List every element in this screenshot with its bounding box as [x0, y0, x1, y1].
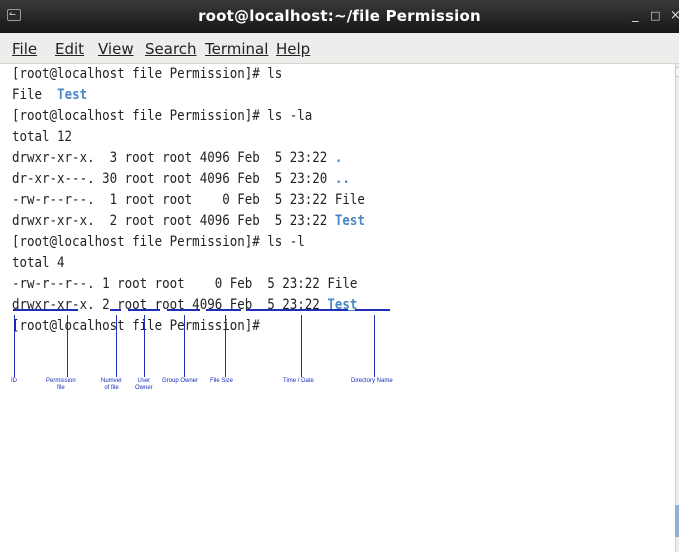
terminal-line: File Test	[12, 87, 87, 104]
terminal-line: total 4	[12, 255, 65, 271]
size-underline	[206, 309, 241, 311]
annotation-user: User Owner	[135, 378, 153, 391]
directory-name: .	[334, 150, 343, 166]
menu-terminal[interactable]: Terminal	[205, 40, 268, 58]
scrollbar-top[interactable]	[675, 67, 679, 77]
listing-text: dr-xr-x---. 30 root root 4096 Feb 5 23:2…	[12, 171, 335, 187]
file-name: File	[12, 87, 43, 103]
terminal-line: [root@localhost file Permission]# ls -la	[12, 108, 313, 124]
terminal-line: [root@localhost file Permission]# ls	[12, 66, 283, 82]
pointer-group	[184, 315, 185, 377]
permission-underline	[13, 309, 78, 311]
scrollbar[interactable]	[675, 64, 679, 552]
menu-view[interactable]: View	[98, 40, 134, 58]
close-button[interactable]: ×	[670, 8, 679, 24]
group-underline	[167, 309, 200, 311]
scrollbar-thumb[interactable]	[675, 505, 679, 537]
title-bar[interactable]: root@localhost:~/file Permission _ □ ×	[0, 0, 679, 33]
name-underline	[355, 309, 390, 311]
pointer-id	[14, 315, 15, 377]
terminal-line: -rw-r--r--. 1 root root 0 Feb 5 23:22 Fi…	[12, 192, 365, 208]
menu-bar: File Edit View Search Terminal Help	[0, 33, 679, 64]
pointer-number	[116, 315, 117, 377]
directory-name: ..	[334, 171, 350, 187]
annotation-number: Numver of file	[101, 378, 123, 391]
directory-name: Test	[57, 87, 88, 103]
terminal-line: dr-xr-x---. 30 root root 4096 Feb 5 23:2…	[12, 171, 350, 188]
menu-help-label: Help	[276, 40, 311, 58]
menu-edit[interactable]: Edit	[55, 40, 84, 58]
menu-file-label: File	[12, 40, 38, 58]
menu-file[interactable]: File	[12, 40, 37, 58]
terminal-line: drwxr-xr-x. 3 root root 4096 Feb 5 23:22…	[12, 150, 342, 167]
window-title: root@localhost:~/file Permission	[198, 7, 481, 25]
terminal-line: drwxr-xr-x. 2 root root 4096 Feb 5 23:22…	[12, 297, 357, 314]
annotation-size: File Size	[210, 378, 234, 384]
annotation-date: Time / Date	[283, 378, 314, 384]
terminal-line: total 12	[12, 129, 73, 145]
maximize-button[interactable]: □	[650, 8, 660, 24]
listing-text: drwxr-xr-x. 3 root root 4096 Feb 5 23:22	[12, 150, 335, 166]
terminal-line: drwxr-xr-x. 2 root root 4096 Feb 5 23:22…	[12, 213, 365, 230]
terminal-line: [root@localhost file Permission]# ls -l	[12, 234, 305, 250]
date-underline	[246, 309, 348, 311]
menu-help[interactable]: Help	[276, 40, 310, 58]
minimize-button[interactable]: _	[632, 8, 639, 24]
pointer-date	[301, 315, 302, 377]
menu-search[interactable]: Search	[145, 40, 197, 58]
user-underline	[128, 309, 160, 311]
annotation-permission: Permission file	[46, 378, 76, 391]
menu-search-label: Search	[145, 40, 197, 58]
terminal-prompt: [root@localhost file Permission]#	[12, 318, 268, 334]
annotation-group: Group Owner	[162, 378, 199, 384]
terminal-line: -rw-r--r--. 1 root root 0 Feb 5 23:22 Fi…	[12, 276, 358, 292]
pointer-name	[374, 315, 375, 377]
pointer-permission	[67, 315, 68, 377]
link-count-underline	[110, 309, 121, 311]
pointer-user	[144, 315, 145, 377]
pointer-size	[225, 315, 226, 377]
menu-view-label: View	[98, 40, 134, 58]
listing-text: drwxr-xr-x. 2 root root 4096 Feb 5 23:22	[12, 213, 335, 229]
menu-terminal-label: Terminal	[205, 40, 269, 58]
directory-name: Test	[334, 213, 365, 229]
annotation-id: ID	[11, 378, 17, 384]
menu-edit-label: Edit	[55, 40, 85, 58]
annotation-directory: Directory Name	[351, 378, 393, 384]
